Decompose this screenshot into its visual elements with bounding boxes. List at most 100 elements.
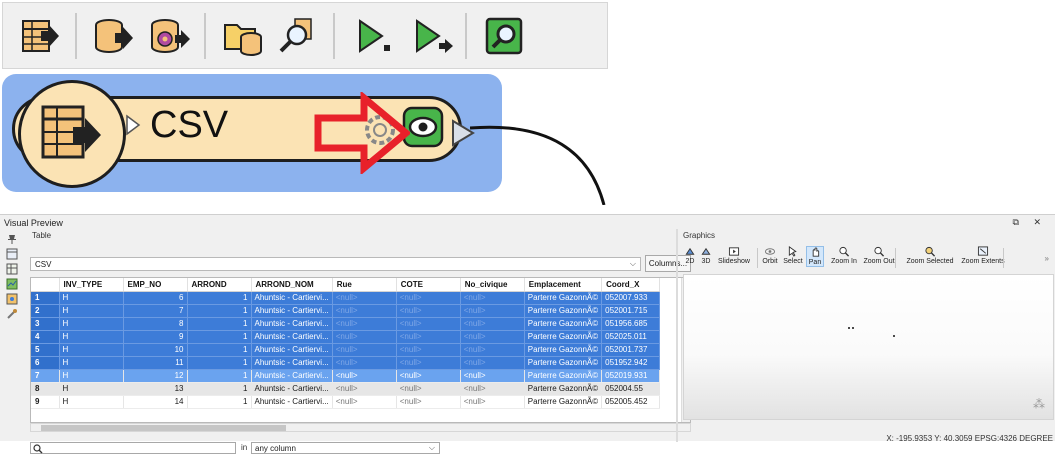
table-cell[interactable]: 052001.737 [601, 343, 661, 357]
table-cell[interactable]: Parterre GazonnÃ© [524, 395, 603, 409]
column-header[interactable]: EMP_NO [123, 278, 188, 292]
measure-icon[interactable] [6, 308, 18, 320]
table-cell[interactable]: 8 [123, 317, 188, 331]
graphics-tool-select[interactable]: Select [782, 246, 804, 265]
table-cell[interactable]: <null> [332, 330, 397, 344]
inspect-icon[interactable] [481, 13, 527, 59]
table-cell[interactable]: H [59, 395, 124, 409]
table-cell[interactable]: Ahuntsic - Cartiervi... [251, 330, 333, 344]
database-export-icon[interactable] [91, 13, 137, 59]
table-cell[interactable]: Ahuntsic - Cartiervi... [251, 343, 333, 357]
row-number[interactable]: 1 [31, 291, 60, 305]
table-cell[interactable]: Ahuntsic - Cartiervi... [251, 304, 333, 318]
pin-icon[interactable] [6, 233, 18, 245]
graphics-canvas[interactable]: ⁂ [683, 274, 1054, 420]
search-input[interactable] [30, 442, 236, 454]
table-cell[interactable]: 1 [187, 304, 252, 318]
table-cell[interactable]: <null> [460, 330, 525, 344]
table-cell[interactable]: <null> [396, 356, 461, 370]
table-cell[interactable]: <null> [396, 395, 461, 409]
table-cell[interactable]: Parterre GazonnÃ© [524, 304, 603, 318]
table-cell[interactable]: 7 [123, 304, 188, 318]
table-row[interactable]: 4 H 9 1 Ahuntsic - Cartiervi... <null> <null> <… [31, 330, 661, 344]
table-cell[interactable]: Ahuntsic - Cartiervi... [251, 317, 333, 331]
table-cell[interactable]: <null> [396, 304, 461, 318]
horizontal-scroll-thumb[interactable] [41, 425, 286, 431]
table-cell[interactable]: H [59, 343, 124, 357]
graphics-tool-zoom-in[interactable]: Zoom In [830, 246, 858, 265]
table-cell[interactable]: H [59, 304, 124, 318]
table-cell[interactable]: H [59, 317, 124, 331]
column-header[interactable]: ARROND_NOM [251, 278, 333, 292]
table-cell[interactable]: <null> [460, 382, 525, 396]
table-cell[interactable]: <null> [332, 395, 397, 409]
table-cell[interactable]: <null> [460, 304, 525, 318]
table-cell[interactable]: <null> [332, 356, 397, 370]
table-row[interactable]: 1 H 6 1 Ahuntsic - Cartiervi... <null> <null> <… [31, 291, 661, 305]
table-cell[interactable]: 1 [187, 343, 252, 357]
table-cell[interactable]: Ahuntsic - Cartiervi... [251, 395, 333, 409]
table-cell[interactable]: 13 [123, 382, 188, 396]
column-header[interactable]: No_civique [460, 278, 525, 292]
table-cell[interactable]: Parterre GazonnÃ© [524, 382, 603, 396]
table-cell[interactable]: 14 [123, 395, 188, 409]
table-row[interactable]: 3 H 8 1 Ahuntsic - Cartiervi... <null> <null> <… [31, 317, 661, 331]
table-cell[interactable]: <null> [460, 291, 525, 305]
table-cell[interactable]: Ahuntsic - Cartiervi... [251, 356, 333, 370]
table-cell[interactable]: <null> [332, 369, 397, 383]
run-icon[interactable] [350, 13, 396, 59]
table-cell[interactable]: 6 [123, 291, 188, 305]
table-cell[interactable]: <null> [396, 291, 461, 305]
table-cell[interactable]: H [59, 369, 124, 383]
table-cell[interactable]: 1 [187, 395, 252, 409]
table-row[interactable]: 9 H 14 1 Ahuntsic - Cartiervi... <null> <null>… [31, 395, 661, 409]
row-number[interactable]: 2 [31, 304, 60, 318]
row-number[interactable]: 8 [31, 382, 60, 396]
table-cell[interactable]: Ahuntsic - Cartiervi... [251, 369, 333, 383]
row-number[interactable]: 6 [31, 356, 60, 370]
table-row[interactable]: 6 H 11 1 Ahuntsic - Cartiervi... <null> <null>… [31, 356, 661, 370]
table-row[interactable]: 8 H 13 1 Ahuntsic - Cartiervi... <null> <null>… [31, 382, 661, 396]
graphics-tool-2d[interactable]: 2D [683, 246, 697, 265]
table-cell[interactable]: <null> [460, 395, 525, 409]
table-cell[interactable]: 052004.55 [601, 382, 661, 396]
table-cell[interactable]: 052005.452 [601, 395, 661, 409]
table-cell[interactable]: Parterre GazonnÃ© [524, 343, 603, 357]
table-export-icon[interactable] [17, 13, 63, 59]
table-cell[interactable]: <null> [332, 317, 397, 331]
table-cell[interactable]: 1 [187, 356, 252, 370]
table-cell[interactable]: 052025.011 [601, 330, 661, 344]
table-cell[interactable]: <null> [396, 317, 461, 331]
table-cell[interactable]: 1 [187, 369, 252, 383]
table-cell[interactable]: 1 [187, 382, 252, 396]
table-cell[interactable]: <null> [332, 304, 397, 318]
open-folder-database-icon[interactable] [221, 13, 267, 59]
table-cell[interactable]: 052001.715 [601, 304, 661, 318]
table-cell[interactable]: Parterre GazonnÃ© [524, 356, 603, 370]
table-cell[interactable]: <null> [332, 291, 397, 305]
table-cell[interactable]: <null> [396, 369, 461, 383]
table-cell[interactable]: Ahuntsic - Cartiervi... [251, 382, 333, 396]
column-header[interactable]: COTE [396, 278, 461, 292]
table-cell[interactable]: 10 [123, 343, 188, 357]
table-cell[interactable]: H [59, 356, 124, 370]
table-row[interactable]: 2 H 7 1 Ahuntsic - Cartiervi... <null> <null> <… [31, 304, 661, 318]
graphics-tool-slideshow[interactable]: Slideshow [714, 246, 754, 265]
row-number-header[interactable] [31, 278, 60, 292]
table-cell[interactable]: 1 [187, 291, 252, 305]
column-header[interactable]: ARROND [187, 278, 252, 292]
row-number[interactable]: 5 [31, 343, 60, 357]
row-number[interactable]: 4 [31, 330, 60, 344]
table-cell[interactable]: 1 [187, 330, 252, 344]
graphics-tool-pan[interactable]: Pan [806, 246, 824, 267]
toolbar-overflow-icon[interactable]: » [1045, 254, 1049, 263]
table-cell[interactable]: 12 [123, 369, 188, 383]
table-cell[interactable]: 051952.942 [601, 356, 661, 370]
table-cell[interactable]: H [59, 291, 124, 305]
data-grid[interactable]: INV_TYPE EMP_NO ARROND ARROND_NOM Rue COTE No_… [30, 277, 691, 423]
column-header[interactable]: INV_TYPE [59, 278, 124, 292]
graphics-tool-zoom-selected[interactable]: Zoom Selected [905, 246, 955, 265]
expand-triangle-icon[interactable] [124, 114, 142, 136]
map-icon[interactable] [6, 278, 18, 290]
table-cell[interactable]: Parterre GazonnÃ© [524, 291, 603, 305]
